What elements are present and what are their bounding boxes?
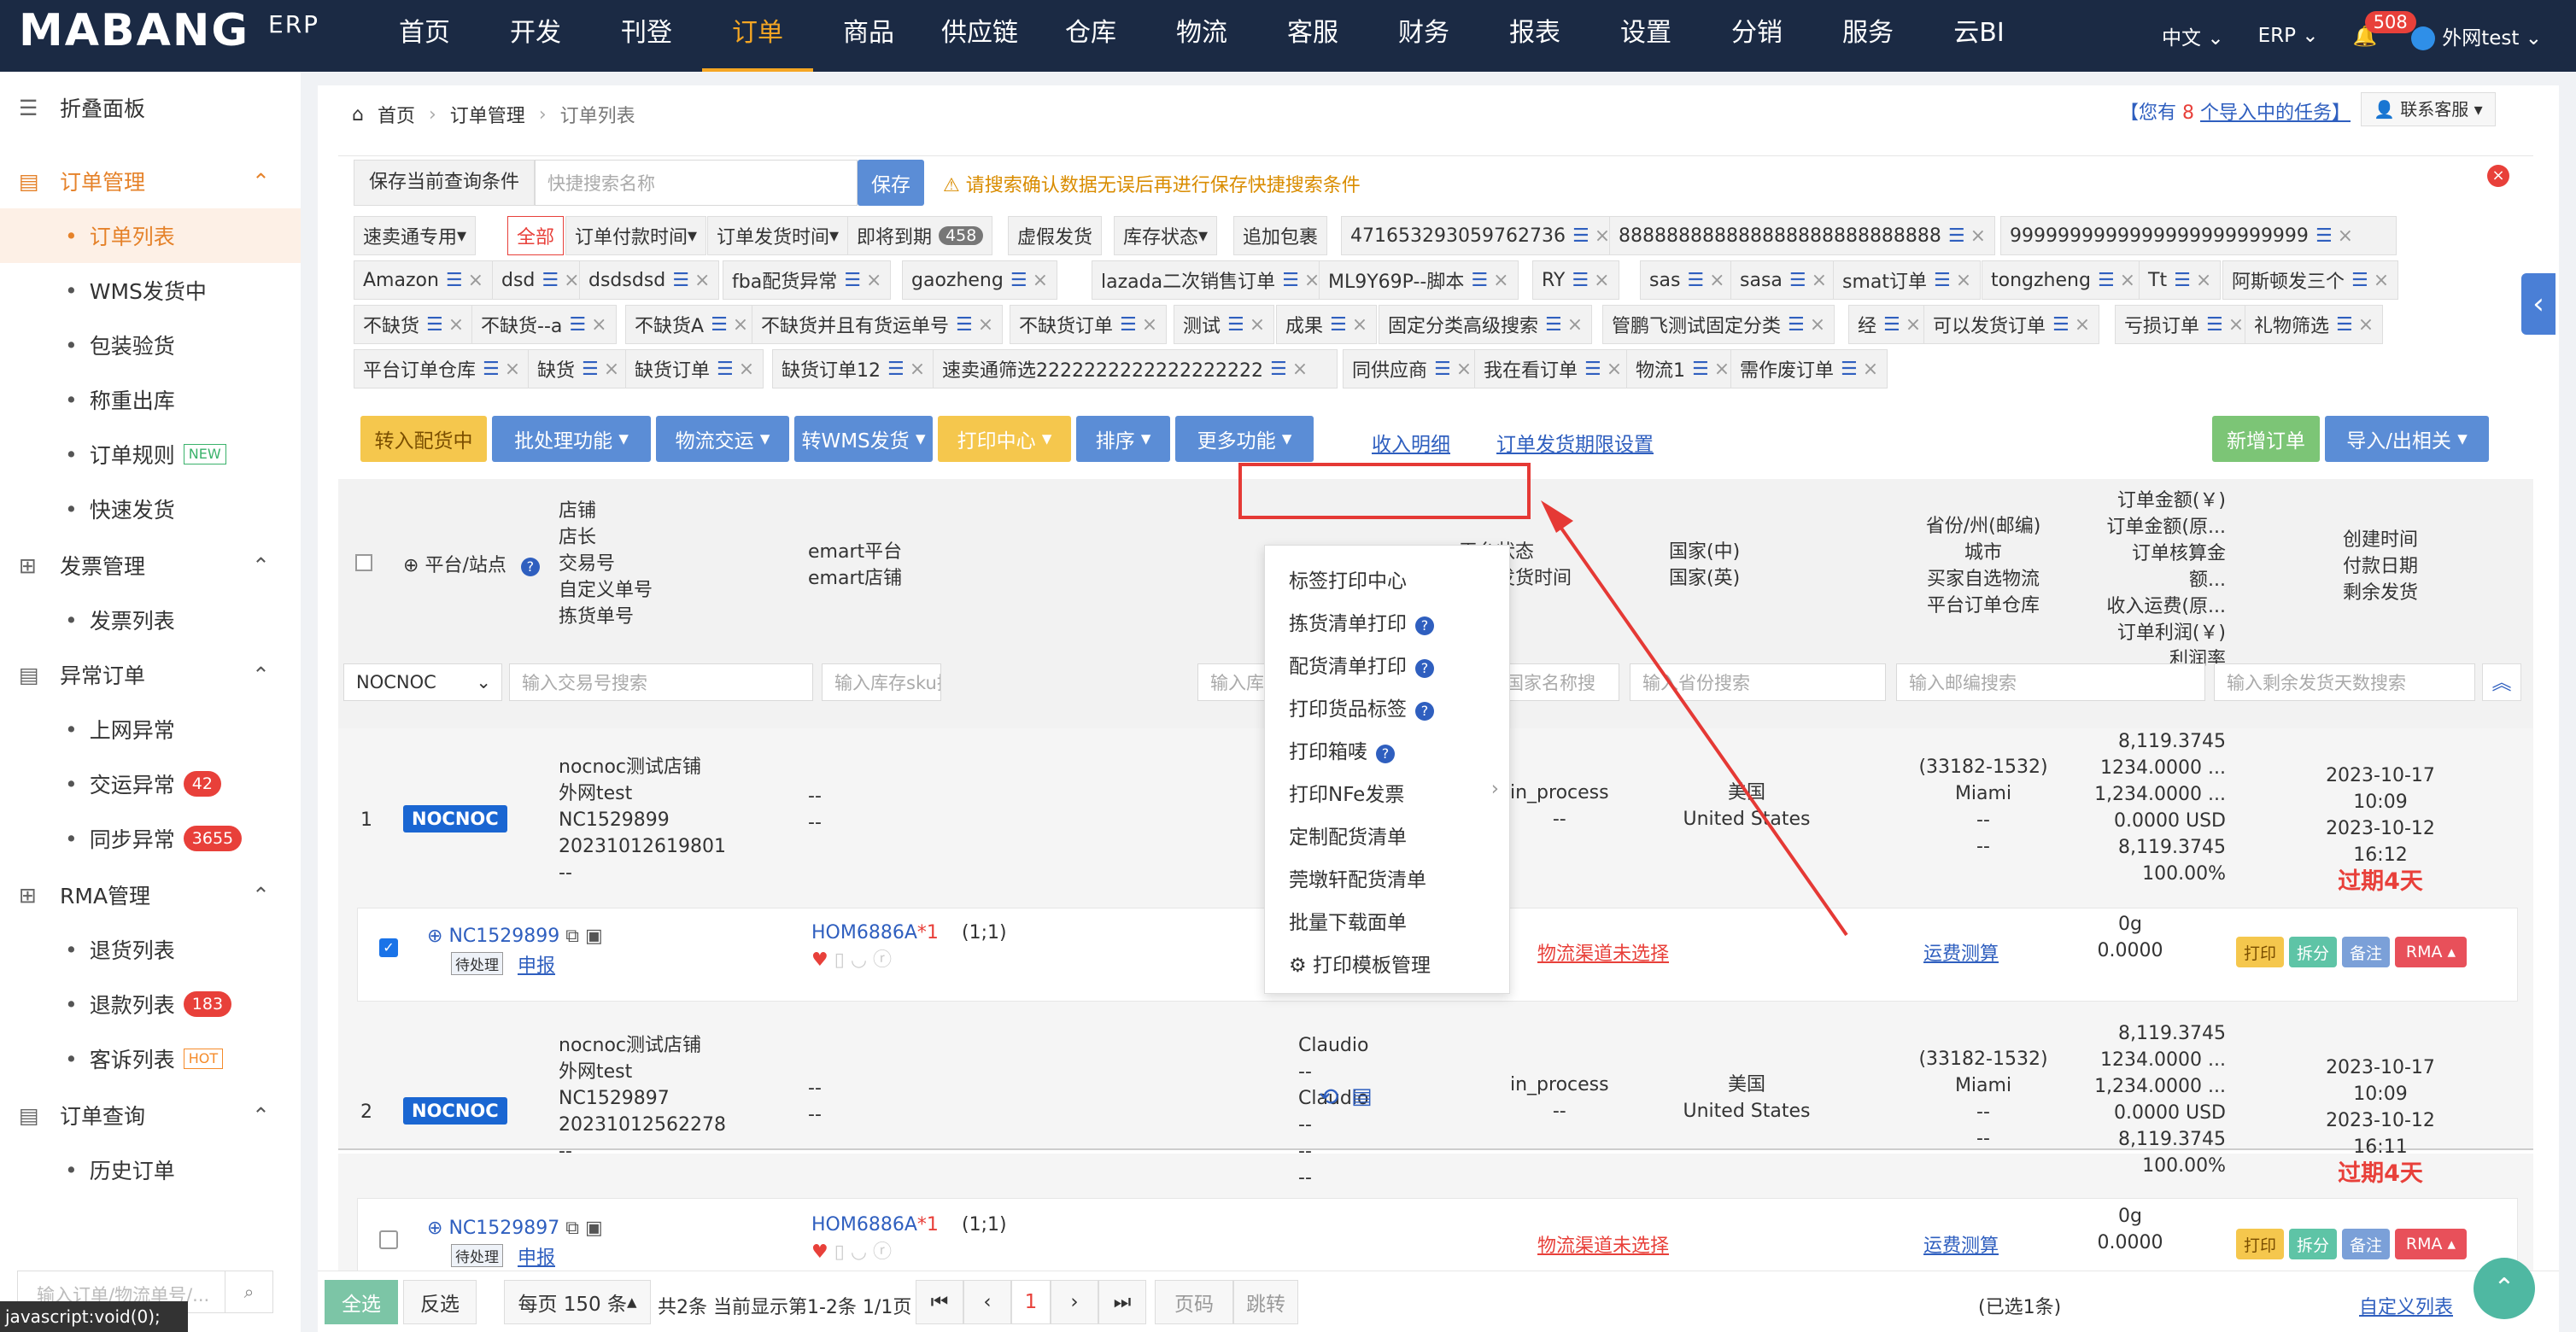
last-page-button[interactable]: ⏭ [1098, 1280, 1146, 1324]
new-badge: NEW [183, 444, 226, 464]
sidebar-group-order-mgmt[interactable]: ▤ 订单管理 ⌃ [0, 154, 301, 208]
sidebar-item-quick-ship[interactable]: 快速发货 [0, 482, 301, 536]
main-nav: 首页 开发 刊登 订单 商品 供应链 仓库 物流 客服 财务 报表 设置 分销 … [369, 0, 2034, 72]
notification-bell[interactable]: 🔔 508 [2353, 10, 2416, 48]
sidebar-item-refunds[interactable]: 退款列表183 [0, 977, 301, 1031]
nav-orders[interactable]: 订单 [702, 0, 813, 72]
annotation-arrow [1541, 500, 1848, 937]
top-right-tools: 中文 ⌄ ERP ⌄ 🔔 508 外网test ⌄ [2162, 0, 2542, 72]
sidebar-item-complaints[interactable]: 客诉列表HOT [0, 1031, 301, 1086]
floating-help-button[interactable]: ⌃ [2474, 1258, 2535, 1319]
next-page-button[interactable]: › [1051, 1280, 1098, 1324]
sidebar-item-returns[interactable]: 退货列表 [0, 922, 301, 977]
nav-warehouse[interactable]: 仓库 [1035, 0, 1146, 72]
chevron-up-icon: ⌃ [252, 882, 270, 908]
nav-distribution[interactable]: 分销 [1701, 0, 1812, 72]
nav-services[interactable]: 服务 [1812, 0, 1923, 72]
sidebar-group-order-query[interactable]: ▤ 订单查询 ⌃ [0, 1088, 301, 1142]
invert-select-button[interactable]: 反选 [403, 1280, 477, 1324]
sidebar-group-exception[interactable]: ▤ 异常订单 ⌃ [0, 647, 301, 702]
sidebar-item-ship-exception[interactable]: 交运异常42 [0, 757, 301, 811]
sidebar-group-invoice[interactable]: ⊞ 发票管理 ⌃ [0, 538, 301, 593]
exception-icon: ▤ [19, 662, 39, 687]
sidebar-item-pack-check[interactable]: 包装验货 [0, 318, 301, 372]
chevron-up-icon: ⌃ [252, 662, 270, 687]
nav-develop[interactable]: 开发 [480, 0, 591, 72]
count-badge: 42 [183, 771, 221, 797]
language-select[interactable]: 中文 ⌄ [2162, 21, 2224, 50]
pagination-footer: 全选 反选 每页 150 条 ▴ 共2条 当前显示第1-2条 1/1页 ⏮ ‹ … [318, 1258, 2559, 1332]
rma-icon: ⊞ [19, 882, 37, 908]
per-page-select[interactable]: 每页 150 条 ▴ [504, 1280, 651, 1324]
chevron-up-icon: ⌃ [252, 552, 270, 578]
collapse-panel[interactable]: ☰ 折叠面板 [0, 80, 301, 135]
menu-icon: ☰ [19, 95, 38, 120]
status-bar-url: javascript:void(0); [0, 1301, 188, 1332]
main-content: ⌂ 首页 › 订单管理 › 订单列表 【您有 8 个导入中的任务】 👤 联系客服 ▾… [318, 85, 2559, 1316]
prev-page-button[interactable]: ‹ [963, 1280, 1011, 1324]
nav-supply[interactable]: 供应链 [924, 0, 1035, 72]
custom-list-link[interactable]: 自定义列表 [2359, 1292, 2453, 1319]
count-badge: 183 [183, 991, 232, 1017]
erp-select[interactable]: ERP ⌄ [2258, 25, 2319, 47]
sidebar-group-rma[interactable]: ⊞ RMA管理 ⌃ [0, 868, 301, 922]
nav-cloud-bi[interactable]: 云BI [1923, 0, 2034, 72]
sidebar-item-history[interactable]: 历史订单 [0, 1142, 301, 1197]
count-badge: 3655 [183, 826, 243, 851]
right-expand-tab[interactable]: ‹ [2521, 273, 2556, 335]
page-input[interactable]: 页码 [1155, 1280, 1233, 1324]
logo[interactable]: MABANG ERP [19, 5, 318, 56]
sidebar: ☰折叠面板 ▤订单管理⌃ 订单列表 WMS发货中 包装验货 称重出库 订单规则N… [0, 72, 301, 1332]
nav-finance[interactable]: 财务 [1368, 0, 1479, 72]
nav-reports[interactable]: 报表 [1479, 0, 1590, 72]
nav-home[interactable]: 首页 [369, 0, 480, 72]
nav-products[interactable]: 商品 [813, 0, 924, 72]
sidebar-item-invoice-list[interactable]: 发票列表 [0, 593, 301, 647]
sidebar-item-sync-exception[interactable]: 同步异常3655 [0, 811, 301, 866]
selected-count: (已选1条) [1978, 1297, 2062, 1318]
search-icon[interactable]: ⌕ [225, 1271, 272, 1312]
query-icon: ▤ [19, 1102, 39, 1128]
first-page-button[interactable]: ⏮ [916, 1280, 963, 1324]
jump-button[interactable]: 跳转 [1233, 1280, 1298, 1324]
chevron-up-icon: ⌃ [252, 168, 270, 194]
notification-count: 508 [2364, 10, 2416, 33]
invoice-icon: ⊞ [19, 552, 37, 578]
user-avatar-icon [2411, 26, 2436, 51]
hot-badge: HOT [183, 1049, 224, 1069]
nav-logistics[interactable]: 物流 [1146, 0, 1257, 72]
select-all-button[interactable]: 全选 [325, 1280, 398, 1324]
top-navbar: MABANG ERP 首页 开发 刊登 订单 商品 供应链 仓库 物流 客服 财务… [0, 0, 2576, 72]
current-page[interactable]: 1 [1011, 1280, 1051, 1324]
order-icon: ▤ [19, 168, 39, 194]
user-menu[interactable]: 外网test ⌄ [2411, 21, 2542, 51]
sidebar-item-order-list[interactable]: 订单列表 [0, 208, 301, 263]
sidebar-item-online-exception[interactable]: 上网异常 [0, 702, 301, 757]
page-summary: 共2条 当前显示第1-2条 1/1页 [658, 1297, 912, 1318]
nav-service[interactable]: 客服 [1257, 0, 1368, 72]
sidebar-item-weigh-out[interactable]: 称重出库 [0, 372, 301, 427]
sidebar-item-order-rules[interactable]: 订单规则NEW [0, 427, 301, 482]
nav-listing[interactable]: 刊登 [591, 0, 702, 72]
chevron-up-icon: ⌃ [252, 1102, 270, 1128]
nav-settings[interactable]: 设置 [1590, 0, 1701, 72]
sidebar-item-wms[interactable]: WMS发货中 [0, 263, 301, 318]
